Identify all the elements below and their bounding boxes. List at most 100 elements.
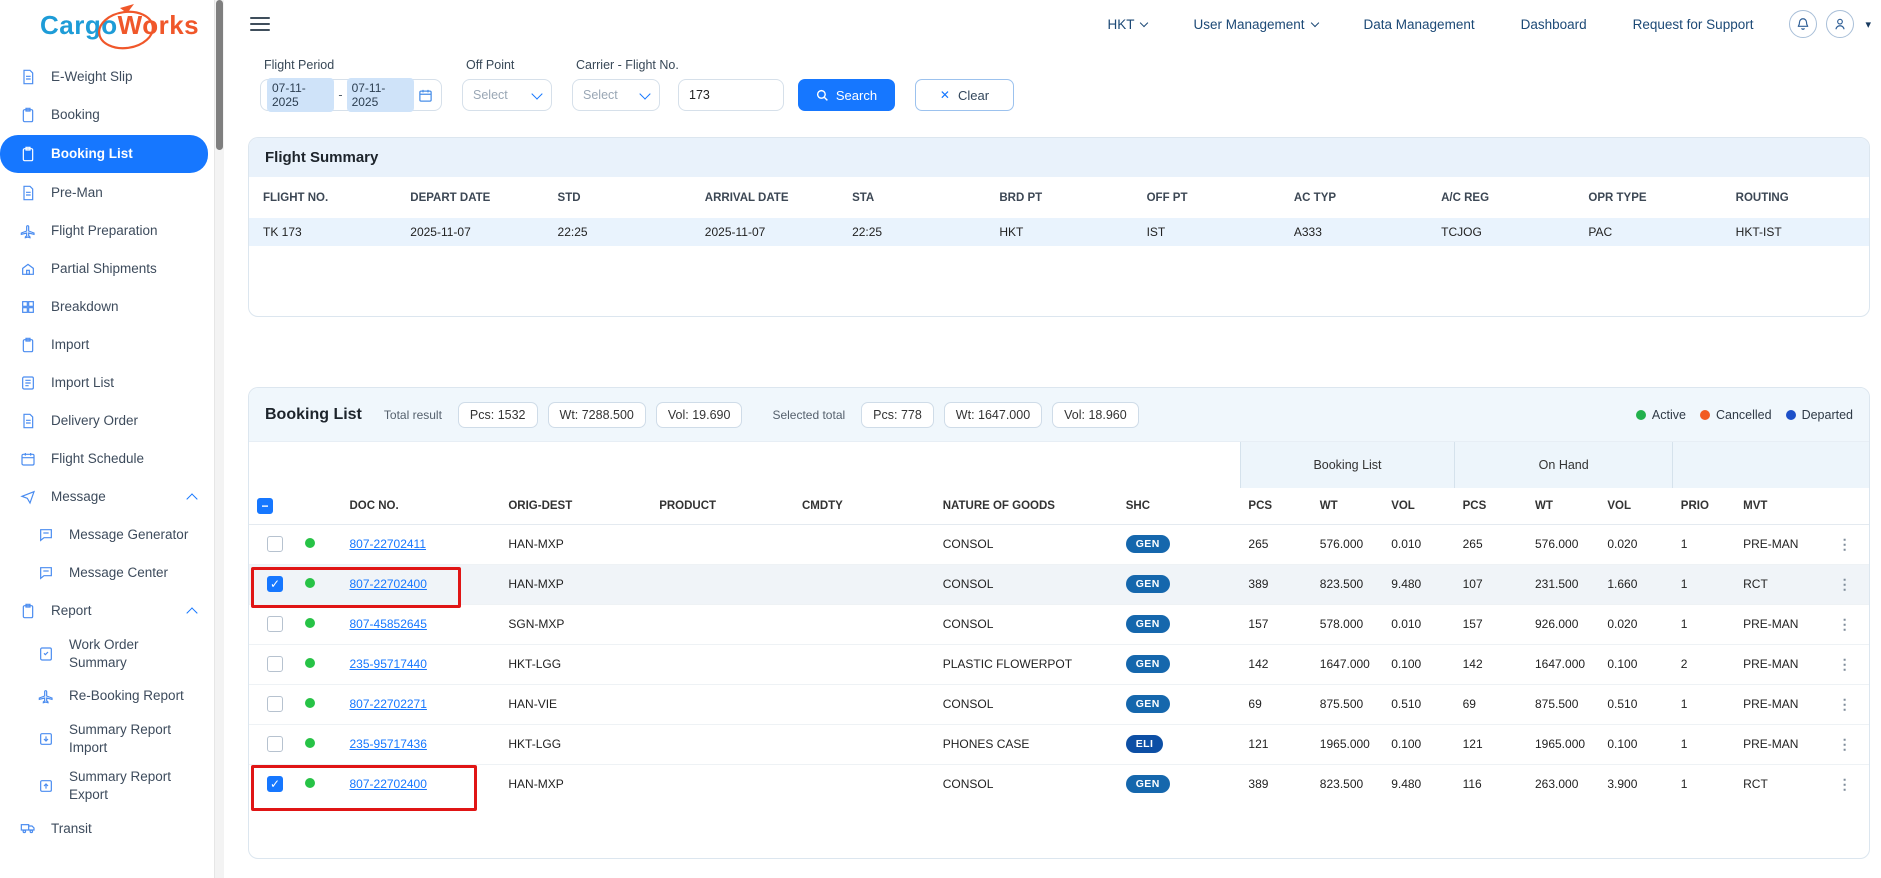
prio-cell: 1 <box>1673 764 1735 804</box>
kebab-menu-icon[interactable]: ⋮ <box>1832 616 1858 632</box>
clear-button[interactable]: ✕ Clear <box>915 79 1014 111</box>
sidebar-item-work-order-summary[interactable]: Work Order Summary <box>0 630 214 677</box>
nav-item-dashboard[interactable]: Dashboard <box>1521 17 1587 32</box>
sidebar-item-flight-preparation[interactable]: Flight Preparation <box>0 212 214 250</box>
hamburger-menu-icon[interactable] <box>250 17 270 31</box>
sidebar-item-message-generator[interactable]: Message Generator <box>0 516 214 554</box>
nav-item-hkt[interactable]: HKT <box>1107 17 1147 32</box>
shc-cell: GEN <box>1118 564 1241 604</box>
row-checkbox[interactable] <box>267 736 283 752</box>
doc-no-link[interactable]: 235-95717440 <box>350 657 427 671</box>
top-bar: HKT User Management Data Management Dashboa… <box>224 0 1881 48</box>
col-shc: SHC <box>1118 488 1241 524</box>
row-checkbox[interactable] <box>267 696 283 712</box>
booking-row: 807-45852645SGN-MXPCONSOLGEN157578.0000.… <box>249 604 1869 644</box>
kebab-menu-icon[interactable]: ⋮ <box>1832 576 1858 592</box>
mvt-cell: PRE-MAN <box>1735 524 1823 564</box>
prio-cell: 1 <box>1673 724 1735 764</box>
nav-item-user-management[interactable]: User Management <box>1193 17 1317 32</box>
row-checkbox[interactable] <box>267 616 283 632</box>
sidebar-item-import-list[interactable]: Import List <box>0 364 214 402</box>
nature-of-goods-cell: CONSOL <box>935 684 1118 724</box>
doc-no-link[interactable]: 807-22702400 <box>350 777 427 791</box>
nav-item-request-for-support[interactable]: Request for Support <box>1633 17 1754 32</box>
kebab-menu-icon[interactable]: ⋮ <box>1832 656 1858 672</box>
chevron-up-icon[interactable] <box>186 493 197 504</box>
flight-summary-empty-space <box>249 246 1869 316</box>
sidebar-scrollbar[interactable] <box>214 0 224 878</box>
sidebar-item-label: Breakdown <box>51 298 204 316</box>
fs-cell: 2025-11-07 <box>396 218 543 246</box>
kebab-menu-icon[interactable]: ⋮ <box>1832 776 1858 792</box>
sidebar-item-delivery-order[interactable]: Delivery Order <box>0 402 214 440</box>
booking-row: ✓807-22702400HAN-MXPCONSOLGEN389823.5009… <box>249 564 1869 604</box>
chevron-up-icon[interactable] <box>186 607 197 618</box>
notifications-button[interactable] <box>1789 10 1817 38</box>
flight-summary-row[interactable]: TK 1732025-11-0722:252025-11-0722:25HKTI… <box>249 218 1869 246</box>
flight-no-input[interactable] <box>678 79 784 111</box>
sidebar-item-re-booking-report[interactable]: Re-Booking Report <box>0 677 214 715</box>
sidebar-item-booking[interactable]: Booking <box>0 96 214 134</box>
kebab-menu-icon[interactable]: ⋮ <box>1832 536 1858 552</box>
row-checkbox[interactable]: ✓ <box>267 576 283 592</box>
sidebar-item-breakdown[interactable]: Breakdown <box>0 288 214 326</box>
profile-caret-icon[interactable]: ▾ <box>1865 18 1871 31</box>
nav-item-data-management[interactable]: Data Management <box>1364 17 1475 32</box>
selected-chip: Wt: 1647.000 <box>944 402 1042 428</box>
carrier-flight-label: Carrier - Flight No. <box>572 58 784 72</box>
fs-col-brd-pt: BRD PT <box>985 177 1132 218</box>
sidebar-item-booking-list[interactable]: Booking List <box>0 135 208 173</box>
status-cell <box>297 604 341 644</box>
doc-no-link[interactable]: 807-45852645 <box>350 617 427 631</box>
row-checkbox[interactable] <box>267 656 283 672</box>
sidebar-item-summary-report-import[interactable]: Summary Report Import <box>0 715 214 762</box>
bell-icon <box>1796 17 1810 31</box>
nature-of-goods-cell: CONSOL <box>935 604 1118 644</box>
search-button[interactable]: Search <box>798 79 895 111</box>
fs-cell: HKT <box>985 218 1132 246</box>
chevron-down-icon <box>531 88 542 99</box>
row-checkbox[interactable] <box>267 536 283 552</box>
sidebar-item-transit[interactable]: Transit <box>0 809 214 847</box>
sidebar-item-message-center[interactable]: Message Center <box>0 554 214 592</box>
doc-no-link[interactable]: 235-95717436 <box>350 737 427 751</box>
scrollbar-thumb[interactable] <box>216 0 223 150</box>
status-cell <box>297 524 341 564</box>
sidebar-item-pre-man[interactable]: Pre-Man <box>0 174 214 212</box>
booking-row: 235-95717440HKT-LGGPLASTIC FLOWERPOTGEN1… <box>249 644 1869 684</box>
calendar-icon[interactable] <box>418 88 433 103</box>
actions-cell: ⋮ <box>1824 724 1869 764</box>
product-cell <box>651 604 794 644</box>
row-checkbox[interactable]: ✓ <box>267 776 283 792</box>
nav-item-label: Dashboard <box>1521 17 1587 32</box>
select-all-checkbox[interactable]: − <box>257 498 273 514</box>
sidebar-item-report[interactable]: Report <box>0 592 214 630</box>
oh-wt-cell: 231.500 <box>1527 564 1599 604</box>
kebab-menu-icon[interactable]: ⋮ <box>1832 736 1858 752</box>
legend-dot-departed <box>1786 410 1796 420</box>
sidebar-item-summary-report-export[interactable]: Summary Report Export <box>0 762 214 809</box>
off-point-select[interactable]: Select <box>462 79 552 111</box>
doc-no-link[interactable]: 807-22702400 <box>350 577 427 591</box>
col-product: PRODUCT <box>651 488 794 524</box>
carrier-select[interactable]: Select <box>572 79 660 111</box>
status-dot-active <box>305 778 315 788</box>
sidebar-item-import[interactable]: Import <box>0 326 214 364</box>
kebab-menu-icon[interactable]: ⋮ <box>1832 696 1858 712</box>
date-to-chip[interactable]: 07-11-2025 <box>347 78 414 112</box>
group-header-booking-list: Booking List <box>1240 442 1454 488</box>
sidebar-item-flight-schedule[interactable]: Flight Schedule <box>0 440 214 478</box>
doc-no-link[interactable]: 807-22702411 <box>350 537 427 551</box>
shc-badge: GEN <box>1126 615 1170 633</box>
col-orig-dest: ORIG-DEST <box>500 488 651 524</box>
transit-icon <box>20 820 37 837</box>
doc-no-link[interactable]: 807-22702271 <box>350 697 427 711</box>
sidebar-item-message[interactable]: Message <box>0 478 214 516</box>
sidebar-item-e-weight-slip[interactable]: E-Weight Slip <box>0 58 214 96</box>
date-from-chip[interactable]: 07-11-2025 <box>267 78 334 112</box>
fs-cell: 22:25 <box>544 218 691 246</box>
flight-period-input[interactable]: 07-11-2025 - 07-11-2025 <box>260 79 442 111</box>
flight-summary-card: Flight Summary FLIGHT NO.DEPART DATESTDA… <box>248 137 1870 317</box>
sidebar-item-partial-shipments[interactable]: Partial Shipments <box>0 250 214 288</box>
user-profile-button[interactable] <box>1826 10 1854 38</box>
